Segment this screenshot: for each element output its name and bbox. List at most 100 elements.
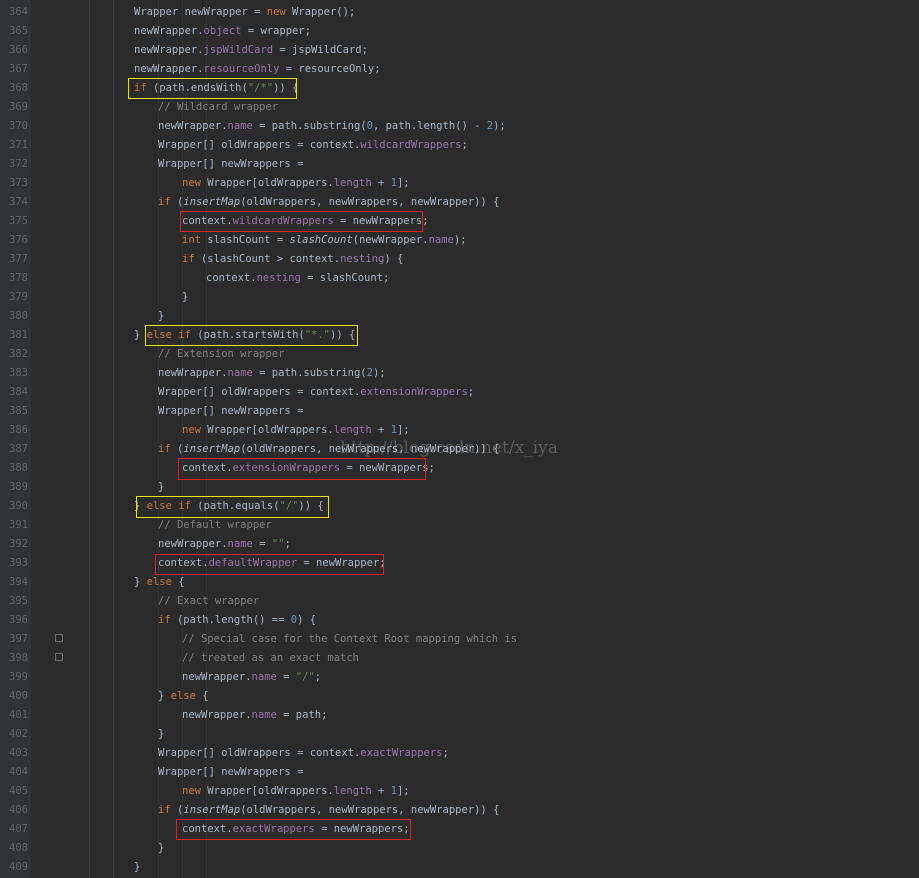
code-line[interactable]: Wrapper[] newWrappers = bbox=[158, 763, 303, 782]
code-line[interactable]: // treated as an exact match bbox=[182, 649, 359, 668]
code-token: = path.substring( bbox=[252, 367, 367, 379]
code-token: (oldWrappers, newWrappers, newWrapper)) … bbox=[240, 804, 500, 816]
line-number: 380 bbox=[9, 310, 28, 322]
code-token: name bbox=[227, 120, 253, 132]
line-number: 368 bbox=[9, 82, 28, 94]
code-token: context. bbox=[206, 272, 257, 284]
code-line[interactable]: // Exact wrapper bbox=[158, 592, 259, 611]
line-number: 383 bbox=[9, 367, 28, 379]
code-line[interactable]: newWrapper.jspWildCard = jspWildCard; bbox=[134, 41, 368, 60]
code-line[interactable]: if (insertMap(oldWrappers, newWrappers, … bbox=[158, 193, 499, 212]
line-number: 404 bbox=[9, 766, 28, 778]
line-number: 401 bbox=[9, 709, 28, 721]
code-token: new bbox=[182, 424, 201, 436]
code-token: newWrapper. bbox=[134, 25, 204, 37]
code-line[interactable]: Wrapper[] newWrappers = bbox=[158, 155, 303, 174]
line-number: 372 bbox=[9, 158, 28, 170]
line-number: 365 bbox=[9, 25, 28, 37]
watermark: http://blog.csdn.net/x_iya bbox=[340, 438, 558, 458]
code-token: name bbox=[227, 538, 253, 550]
code-line[interactable]: } else { bbox=[134, 573, 185, 592]
code-line[interactable]: context.nesting = slashCount; bbox=[206, 269, 389, 288]
code-line[interactable]: } bbox=[158, 478, 164, 497]
code-token: Wrapper(); bbox=[285, 6, 356, 18]
line-number: 364 bbox=[9, 6, 28, 18]
code-line[interactable]: newWrapper.object = wrapper; bbox=[134, 22, 311, 41]
line-number: 369 bbox=[9, 101, 28, 113]
code-line[interactable]: newWrapper.name = path.substring(2); bbox=[158, 364, 386, 383]
code-line[interactable]: newWrapper.name = "/"; bbox=[182, 668, 321, 687]
line-number: 400 bbox=[9, 690, 28, 702]
code-line[interactable]: // Extension wrapper bbox=[158, 345, 284, 364]
code-token: newWrapper. bbox=[158, 367, 228, 379]
code-line[interactable]: newWrapper.name = path; bbox=[182, 706, 327, 725]
code-line[interactable]: int slashCount = slashCount(newWrapper.n… bbox=[182, 231, 467, 250]
code-line[interactable]: Wrapper newWrapper = new Wrapper(); bbox=[134, 3, 355, 22]
code-token: ; bbox=[442, 747, 449, 759]
code-token: if bbox=[158, 196, 171, 208]
code-line[interactable]: new Wrapper[oldWrappers.length + 1]; bbox=[182, 782, 410, 801]
code-line[interactable]: // Special case for the Context Root map… bbox=[182, 630, 517, 649]
code-line[interactable]: new Wrapper[oldWrappers.length + 1]; bbox=[182, 174, 410, 193]
code-line[interactable]: Wrapper[] oldWrappers = context.wildcard… bbox=[158, 136, 468, 155]
code-line[interactable]: } else { bbox=[158, 687, 209, 706]
code-line[interactable]: Wrapper[] oldWrappers = context.exactWra… bbox=[158, 744, 449, 763]
fold-gutter bbox=[31, 0, 57, 878]
line-number: 387 bbox=[9, 443, 28, 455]
code-line[interactable]: } bbox=[158, 307, 164, 326]
code-token: newWrapper. bbox=[182, 709, 252, 721]
code-line[interactable]: Wrapper[] oldWrappers = context.extensio… bbox=[158, 383, 474, 402]
code-token: object bbox=[203, 25, 242, 37]
fold-marker-icon[interactable] bbox=[55, 653, 63, 661]
code-token: = path.substring( bbox=[252, 120, 367, 132]
line-number: 375 bbox=[9, 215, 28, 227]
fold-marker-icon[interactable] bbox=[55, 634, 63, 642]
code-token: if bbox=[182, 253, 195, 265]
code-line[interactable]: newWrapper.name = path.substring(0, path… bbox=[158, 117, 506, 136]
code-token: { bbox=[171, 576, 185, 588]
code-token: "" bbox=[271, 538, 285, 550]
code-editor[interactable]: 364 365 366 367 368 369 370 371 372 373 374 375 376 3… bbox=[0, 0, 919, 878]
code-token: newWrapper. bbox=[134, 44, 204, 56]
code-token: } bbox=[158, 728, 165, 740]
code-token: // treated as an exact match bbox=[182, 652, 360, 664]
code-line[interactable]: } bbox=[182, 288, 188, 307]
code-token: name bbox=[428, 234, 454, 246]
line-number: 407 bbox=[9, 823, 28, 835]
code-line[interactable]: // Wildcard wrapper bbox=[158, 98, 278, 117]
code-token: if bbox=[158, 804, 171, 816]
code-token: newWrapper. bbox=[158, 120, 228, 132]
line-number: 367 bbox=[9, 63, 28, 75]
line-number: 376 bbox=[9, 234, 28, 246]
code-token: Wrapper[oldWrappers. bbox=[200, 785, 334, 797]
code-token: // Default wrapper bbox=[158, 519, 272, 531]
highlight-box-red bbox=[178, 458, 426, 480]
code-token: } bbox=[158, 481, 165, 493]
code-line[interactable]: // Default wrapper bbox=[158, 516, 272, 535]
code-token: new bbox=[182, 177, 201, 189]
code-line[interactable]: Wrapper[] newWrappers = bbox=[158, 402, 303, 421]
code-line[interactable]: } bbox=[158, 839, 164, 858]
line-number: 408 bbox=[9, 842, 28, 854]
code-token: Wrapper[] newWrappers = bbox=[158, 405, 304, 417]
code-token: else bbox=[146, 576, 172, 588]
code-line[interactable]: newWrapper.resourceOnly = resourceOnly; bbox=[134, 60, 381, 79]
code-line[interactable]: } bbox=[134, 858, 140, 877]
code-token: = slashCount; bbox=[300, 272, 390, 284]
line-number: 399 bbox=[9, 671, 28, 683]
code-token: ) { bbox=[297, 614, 317, 626]
code-line[interactable]: if (slashCount > context.nesting) { bbox=[182, 250, 403, 269]
code-token: nesting bbox=[340, 253, 385, 265]
code-line[interactable]: newWrapper.name = ""; bbox=[158, 535, 291, 554]
code-token: new bbox=[182, 785, 201, 797]
code-token: } bbox=[158, 310, 165, 322]
code-token: ]; bbox=[396, 785, 410, 797]
code-token: slashCount = bbox=[200, 234, 290, 246]
code-line[interactable]: if (path.length() == 0) { bbox=[158, 611, 316, 630]
code-token: ; bbox=[284, 538, 291, 550]
code-line[interactable]: if (insertMap(oldWrappers, newWrappers, … bbox=[158, 801, 499, 820]
code-line[interactable]: } bbox=[158, 725, 164, 744]
line-number: 385 bbox=[9, 405, 28, 417]
code-token: = path; bbox=[276, 709, 328, 721]
code-token: (newWrapper. bbox=[352, 234, 429, 246]
